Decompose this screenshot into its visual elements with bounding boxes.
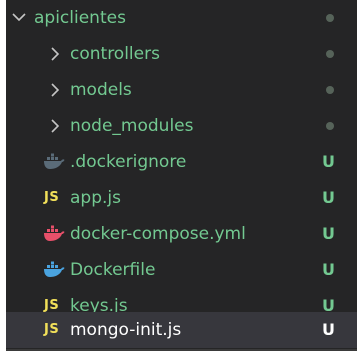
tree-item-label: app.js	[70, 188, 121, 208]
tree-folder-node-modules[interactable]: node_modules	[6, 108, 357, 144]
modified-dot-indicator	[326, 122, 334, 130]
tree-item-label: controllers	[70, 44, 160, 64]
javascript-icon: JS	[44, 322, 60, 337]
modified-dot-indicator	[326, 50, 334, 58]
docker-icon	[44, 153, 65, 169]
javascript-icon: JS	[44, 190, 60, 205]
git-status-badge: U	[322, 152, 335, 171]
git-status-badge: U	[322, 188, 335, 207]
tree-item-label: models	[70, 80, 132, 100]
docker-compose-icon	[44, 225, 65, 241]
docker-icon	[44, 261, 65, 277]
tree-file-mongo-init-js[interactable]: JS mongo-init.js U	[6, 312, 357, 348]
tree-file-dockerfile[interactable]: Dockerfile U	[6, 252, 357, 288]
modified-dot-indicator	[326, 86, 334, 94]
tree-item-label: .dockerignore	[70, 152, 187, 172]
tree-file-app-js[interactable]: JS app.js U	[6, 180, 357, 216]
file-explorer: apiclientes controllers models node_modu…	[6, 0, 357, 351]
tree-item-label: node_modules	[70, 116, 194, 136]
tree-item-label: apiclientes	[34, 8, 126, 28]
modified-dot-indicator	[326, 14, 334, 22]
tree-item-label: mongo-init.js	[70, 320, 182, 340]
tree-item-label: Dockerfile	[70, 260, 156, 280]
tree-folder-models[interactable]: models	[6, 72, 357, 108]
tree-folder-controllers[interactable]: controllers	[6, 36, 357, 72]
tree-file-dockerignore[interactable]: .dockerignore U	[6, 144, 357, 180]
tree-folder-apiclientes[interactable]: apiclientes	[6, 0, 357, 36]
tree-file-docker-compose[interactable]: docker-compose.yml U	[6, 216, 357, 252]
tree-item-label: docker-compose.yml	[70, 224, 246, 244]
git-status-badge: U	[322, 260, 335, 279]
git-status-badge: U	[322, 224, 335, 243]
git-status-badge: U	[322, 320, 335, 339]
